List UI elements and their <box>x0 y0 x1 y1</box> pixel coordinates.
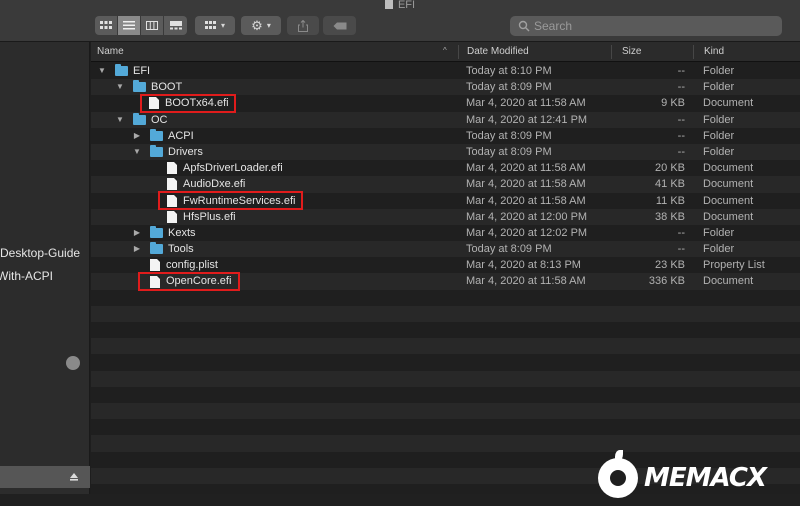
sidebar-item-with-acpi[interactable]: With-ACPI <box>0 269 53 283</box>
disclosure-expanded-icon[interactable]: ▼ <box>97 63 107 79</box>
disclosure-collapsed-icon[interactable]: ▶ <box>132 225 142 241</box>
empty-row <box>91 322 800 339</box>
search-field[interactable] <box>510 16 782 36</box>
disclosure-collapsed-icon[interactable]: ▶ <box>132 241 142 257</box>
search-input[interactable] <box>534 19 774 33</box>
empty-row <box>91 305 800 322</box>
folder-icon <box>150 225 163 238</box>
tags-button[interactable] <box>323 16 356 35</box>
sidebar: Desktop-Guide With-ACPI <box>0 42 90 494</box>
disclosure-expanded-icon[interactable]: ▼ <box>132 144 142 160</box>
folder-icon <box>133 112 146 125</box>
table-row[interactable]: ▶ Kexts Mar 4, 2020 at 12:02 PM -- Folde… <box>91 224 800 242</box>
empty-row <box>91 419 800 436</box>
memacx-logo: MEMACX <box>598 450 767 501</box>
highlight-box-fwruntimeservices <box>158 191 303 210</box>
share-icon <box>298 19 308 32</box>
group-grid-icon <box>204 21 216 29</box>
table-row[interactable]: ▼ Drivers Today at 8:09 PM -- Folder <box>91 143 800 161</box>
empty-row <box>91 386 800 403</box>
grid-icon <box>100 21 112 29</box>
share-button[interactable] <box>287 16 319 35</box>
gear-icon: ⚙ <box>251 17 263 33</box>
empty-row <box>91 338 800 355</box>
logo-text: MEMACX <box>644 463 767 493</box>
columns-icon <box>146 21 158 30</box>
gallery-view-button[interactable] <box>164 16 187 35</box>
group-by-button[interactable]: ▾ <box>195 16 235 35</box>
view-mode-segment[interactable] <box>95 16 187 35</box>
document-icon <box>150 259 160 272</box>
toolbar: EFI ▾ ⚙ ▾ <box>0 0 800 42</box>
folder-icon <box>150 128 163 141</box>
list-icon <box>123 21 135 30</box>
folder-icon <box>115 64 128 77</box>
eject-icon[interactable] <box>70 473 78 481</box>
document-icon <box>384 0 393 9</box>
column-size[interactable]: Size <box>622 46 641 57</box>
column-view-button[interactable] <box>141 16 164 35</box>
document-icon <box>167 210 177 223</box>
table-row[interactable]: ▼ BOOT Today at 8:09 PM -- Folder <box>91 79 800 96</box>
disclosure-expanded-icon[interactable]: ▼ <box>115 112 125 128</box>
table-row[interactable]: ▶ Tools Today at 8:09 PM -- Folder <box>91 241 800 258</box>
empty-row <box>91 370 800 387</box>
gallery-icon <box>169 21 182 30</box>
list-view-button[interactable] <box>118 16 141 35</box>
empty-row <box>91 402 800 420</box>
column-header: Name ^ Date Modified Size Kind <box>91 42 800 62</box>
disclosure-expanded-icon[interactable]: ▼ <box>115 79 125 95</box>
sort-ascending-icon: ^ <box>443 46 447 55</box>
document-icon <box>167 178 177 191</box>
document-icon <box>167 162 177 175</box>
chevron-down-icon: ▾ <box>220 21 225 30</box>
table-row[interactable]: config.plist Mar 4, 2020 at 8:13 PM 23 K… <box>91 257 800 274</box>
chevron-down-icon: ▾ <box>266 21 271 30</box>
highlight-box-bootx64 <box>140 94 236 113</box>
table-row[interactable]: HfsPlus.efi Mar 4, 2020 at 12:00 PM 38 K… <box>91 208 800 225</box>
highlight-box-opencore <box>138 272 240 291</box>
window-title: EFI <box>0 0 800 11</box>
table-row[interactable]: ApfsDriverLoader.efi Mar 4, 2020 at 11:5… <box>91 160 800 177</box>
empty-row <box>91 354 800 371</box>
table-row[interactable]: ▶ ACPI Today at 8:09 PM -- Folder <box>91 127 800 144</box>
column-date-modified[interactable]: Date Modified <box>467 46 529 57</box>
folder-icon <box>133 80 146 93</box>
empty-row <box>91 289 800 306</box>
empty-row <box>91 435 800 452</box>
action-menu-button[interactable]: ⚙ ▾ <box>241 16 281 35</box>
column-name[interactable]: Name <box>97 46 124 57</box>
icon-view-button[interactable] <box>95 16 118 35</box>
apple-logo-icon <box>598 450 638 498</box>
disclosure-collapsed-icon[interactable]: ▶ <box>132 128 142 144</box>
table-row[interactable]: ▼ EFI Today at 8:10 PM -- Folder <box>91 63 800 80</box>
sidebar-item-desktop-guide[interactable]: Desktop-Guide <box>0 246 80 260</box>
column-kind[interactable]: Kind <box>704 46 724 57</box>
folder-icon <box>150 242 163 255</box>
table-row[interactable]: ▼ OC Mar 4, 2020 at 12:41 PM -- Folder <box>91 111 800 128</box>
folder-icon <box>150 145 163 158</box>
tag-icon <box>333 22 346 29</box>
sidebar-device-row[interactable] <box>0 466 90 488</box>
disk-usage-icon <box>66 356 80 370</box>
search-icon <box>518 20 530 32</box>
